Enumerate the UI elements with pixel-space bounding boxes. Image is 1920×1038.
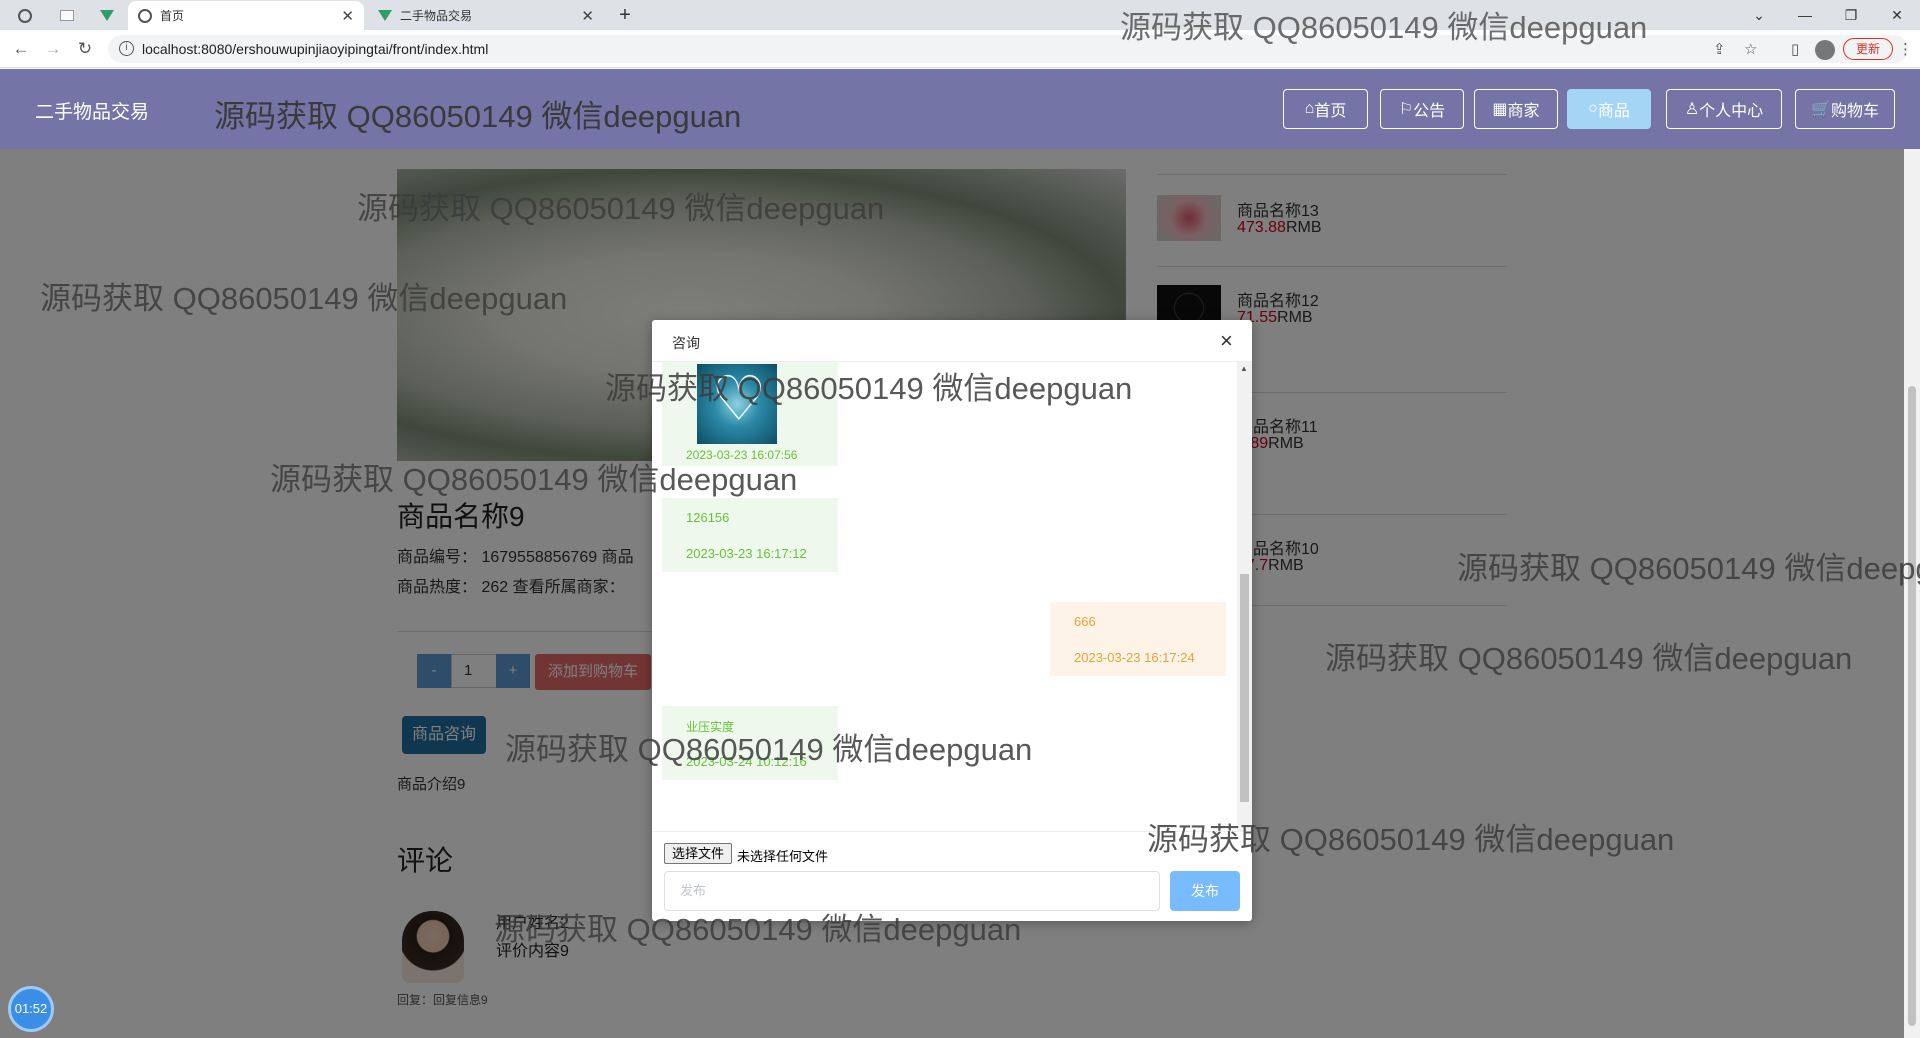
- close-icon[interactable]: ✕: [341, 7, 354, 25]
- info-icon[interactable]: i: [119, 41, 134, 56]
- url-text[interactable]: localhost:8080/ershouwupinjiaoyipingtai/…: [142, 41, 488, 57]
- watermark: 源码获取 QQ86050149 微信deepguan: [1147, 822, 1675, 857]
- nav-merchant[interactable]: ▦ 商家: [1474, 89, 1558, 129]
- watermark: 源码获取 QQ86050149 微信deepguan: [494, 912, 1022, 947]
- pinned-tab-1[interactable]: [8, 1, 42, 30]
- close-icon[interactable]: ×: [1220, 328, 1233, 354]
- chat-message: 126156 2023-03-23 16:17:12: [662, 498, 838, 572]
- cart-icon: 🛒: [1811, 101, 1831, 118]
- site-brand[interactable]: 二手物品交易: [35, 97, 149, 124]
- watermark: 源码获取 QQ86050149 微信deepguan: [357, 191, 885, 226]
- menu-icon[interactable]: ⋮: [1898, 40, 1913, 58]
- recording-timer[interactable]: 01:52: [8, 986, 54, 1032]
- tab-title: 首页: [160, 9, 185, 23]
- user-icon: ♙: [1684, 101, 1700, 118]
- send-button[interactable]: 发布: [1170, 871, 1240, 911]
- chat-scrollbar[interactable]: ▲: [1237, 362, 1252, 831]
- back-icon[interactable]: ←: [10, 39, 32, 59]
- flag-icon: ⚐: [1398, 101, 1414, 118]
- page-scrollbar[interactable]: [1904, 149, 1920, 1038]
- globe-icon: [18, 8, 32, 23]
- sidepanel-icon[interactable]: ▯: [1791, 40, 1799, 58]
- choose-file-button[interactable]: 选择文件: [664, 843, 732, 864]
- vue-icon: [100, 10, 114, 21]
- site-header: 二手物品交易 源码获取 QQ86050149 微信deepguan ⌂ 首页 ⚐ 公…: [0, 69, 1920, 149]
- home-icon: ⌂: [1304, 100, 1315, 117]
- pinned-tab-3[interactable]: [90, 1, 124, 30]
- tab-title: 二手物品交易: [400, 9, 473, 23]
- watermark: 源码获取 QQ86050149 微信deepguan: [605, 371, 1133, 406]
- star-icon[interactable]: ☆: [1744, 40, 1757, 58]
- tab-search-icon[interactable]: ⌄: [1736, 0, 1782, 30]
- chat-message: 666 2023-03-23 16:17:24: [1050, 602, 1226, 676]
- message-text: 666: [1074, 614, 1096, 629]
- share-icon[interactable]: ⇪: [1713, 40, 1726, 58]
- watermark: 源码获取 QQ86050149 微信deepguan: [40, 281, 568, 316]
- restore-icon[interactable]: ❐: [1828, 0, 1874, 30]
- vue-icon: [378, 10, 392, 21]
- reload-icon[interactable]: ↻: [74, 39, 96, 59]
- message-time: 2023-03-23 16:17:12: [686, 546, 807, 561]
- globe-icon: [138, 8, 152, 23]
- browser-tab-home[interactable]: 首页 ✕: [128, 1, 364, 30]
- message-text: 126156: [686, 510, 730, 525]
- forward-icon[interactable]: →: [42, 39, 64, 59]
- close-icon[interactable]: ✕: [581, 7, 594, 25]
- new-tab-button[interactable]: +: [608, 1, 642, 30]
- scroll-up-icon[interactable]: ▲: [1240, 364, 1248, 373]
- store-icon: ▦: [1492, 101, 1508, 118]
- watermark: 源码获取 QQ86050149 微信deepguan: [214, 99, 742, 134]
- dialog-title: 咨询: [672, 335, 700, 351]
- watermark: 源码获取 QQ86050149 微信deepguan: [505, 732, 1033, 767]
- file-status: 未选择任何文件: [737, 849, 829, 864]
- nav-home[interactable]: ⌂ 首页: [1283, 89, 1368, 129]
- update-button[interactable]: 更新: [1843, 38, 1893, 60]
- watermark: 源码获取 QQ86050149 微信deepguan: [1325, 641, 1853, 676]
- pinned-tab-2[interactable]: [50, 1, 84, 30]
- dialog-header: 咨询 ×: [652, 320, 1252, 362]
- close-window-icon[interactable]: ✕: [1874, 0, 1920, 30]
- watermark: 源码获取 QQ86050149 微信deepguan: [1457, 551, 1920, 586]
- nav-profile[interactable]: ♙ 个人中心: [1666, 89, 1782, 129]
- browser-tab-trade[interactable]: 二手物品交易 ✕: [368, 1, 604, 30]
- profile-icon[interactable]: [1815, 40, 1835, 60]
- nav-cart[interactable]: 🛒 购物车: [1795, 89, 1895, 129]
- nav-notice[interactable]: ⚐ 公告: [1380, 89, 1464, 129]
- scrollbar-thumb[interactable]: [1240, 574, 1249, 802]
- watermark: 源码获取 QQ86050149 微信deepguan: [270, 462, 798, 497]
- minimize-icon[interactable]: —: [1782, 0, 1828, 30]
- scrollbar-thumb[interactable]: [1908, 386, 1916, 1026]
- document-icon: [60, 10, 74, 21]
- message-time: 2023-03-23 16:17:24: [1074, 650, 1195, 665]
- circle-icon: ○: [1588, 100, 1598, 117]
- watermark: 源码获取 QQ86050149 微信deepguan: [1120, 10, 1648, 45]
- nav-products[interactable]: ○ 商品: [1567, 89, 1651, 129]
